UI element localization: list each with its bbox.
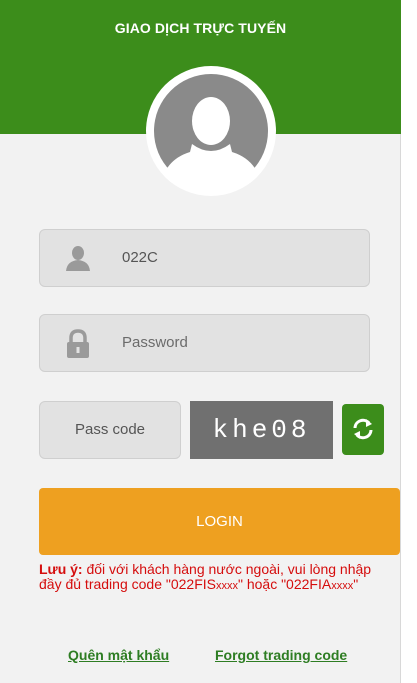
- login-button-label: LOGIN: [196, 513, 243, 530]
- foreign-customer-note: Lưu ý: đối với khách hàng nước ngoài, vu…: [39, 562, 389, 594]
- note-text-3: ": [353, 576, 359, 592]
- captcha-image: khe08: [190, 401, 333, 459]
- page-title: GIAO DỊCH TRỰC TUYẾN: [114, 20, 287, 36]
- forgot-password-link[interactable]: Quên mật khẩu: [68, 647, 169, 663]
- captcha-text: khe08: [212, 415, 311, 445]
- passcode-placeholder: Pass code: [74, 421, 146, 438]
- note-code1-suffix: xxxx: [215, 580, 238, 592]
- passcode-field[interactable]: Pass code: [39, 401, 181, 459]
- username-field[interactable]: 022C: [39, 229, 370, 287]
- login-button[interactable]: LOGIN: [39, 488, 400, 555]
- password-field[interactable]: Password: [39, 314, 370, 372]
- user-silhouette-icon: [154, 74, 268, 188]
- note-text-2: " hoặc "022FIA: [237, 576, 332, 592]
- lock-icon: [64, 329, 92, 364]
- refresh-icon: [353, 418, 373, 440]
- user-icon: [64, 244, 92, 277]
- note-code2-suffix: xxxx: [331, 580, 354, 592]
- password-placeholder: Password: [122, 334, 188, 351]
- login-panel: GIAO DỊCH TRỰC TUYẾN 022C Password Pass …: [0, 0, 401, 683]
- username-value: 022C: [122, 249, 158, 266]
- forgot-trading-code-link[interactable]: Forgot trading code: [215, 647, 347, 663]
- note-prefix: Lưu ý:: [39, 561, 83, 577]
- avatar: [146, 66, 276, 196]
- refresh-captcha-button[interactable]: [342, 404, 384, 455]
